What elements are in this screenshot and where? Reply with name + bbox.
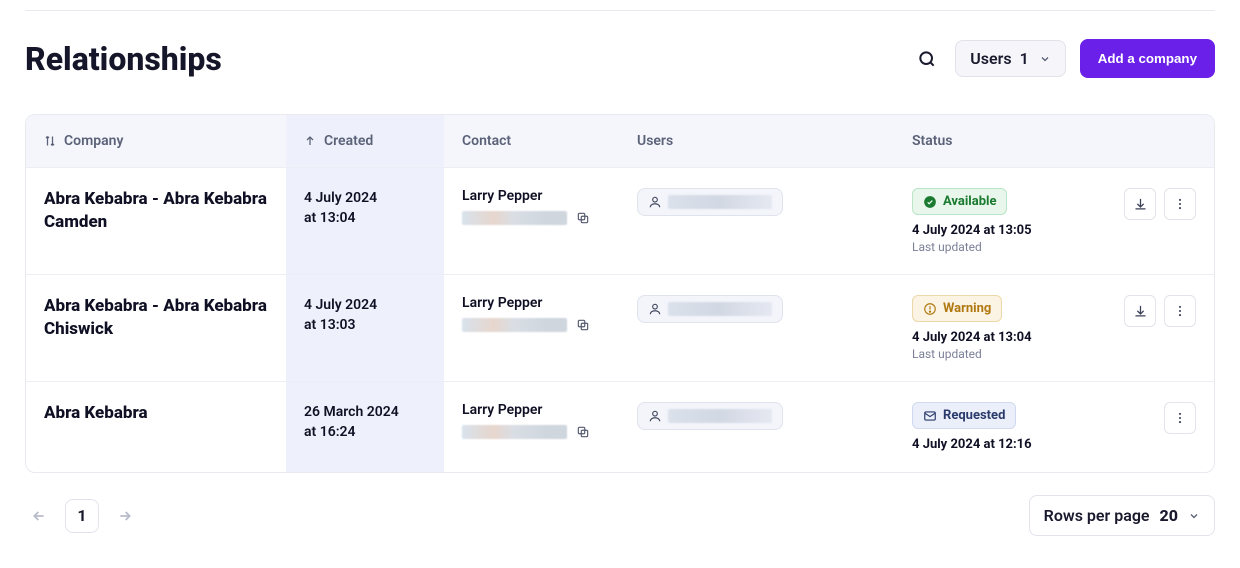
col-actions [1114, 115, 1214, 167]
copy-icon[interactable] [573, 315, 593, 335]
pager: 1 [25, 499, 139, 533]
company-cell: Abra Kebabra [26, 382, 286, 472]
created-date: 4 July 2024 [304, 188, 426, 208]
status-timestamp: 4 July 2024 at 12:16 [912, 437, 1096, 452]
created-time: at 13:03 [304, 315, 426, 335]
users-filter-label: Users [970, 49, 1011, 68]
redacted-strip [462, 425, 567, 439]
status-label: Available [943, 194, 996, 209]
chevron-down-icon [1039, 53, 1051, 65]
contact-redacted [462, 208, 601, 228]
contact-cell: Larry Pepper [444, 275, 619, 381]
rows-per-page-dropdown[interactable]: Rows per page 20 [1029, 495, 1215, 536]
table-row: Abra Kebabra - Abra Kebabra Chiswick 4 J… [26, 274, 1214, 381]
contact-name: Larry Pepper [462, 295, 601, 311]
rows-per-page-value: 20 [1160, 506, 1178, 525]
company-name: Abra Kebabra [44, 402, 268, 425]
redacted-strip [462, 211, 567, 225]
contact-redacted [462, 315, 601, 335]
contact-cell: Larry Pepper [444, 382, 619, 472]
table-footer: 1 Rows per page 20 [25, 495, 1215, 536]
user-icon [648, 195, 662, 209]
row-actions [1106, 275, 1214, 381]
row-actions [1106, 168, 1214, 274]
warning-icon [923, 302, 937, 316]
redacted-strip [668, 409, 772, 423]
status-badge: Available [912, 188, 1007, 215]
created-date: 26 March 2024 [304, 402, 426, 422]
redacted-strip [668, 302, 772, 316]
col-users[interactable]: Users [619, 115, 894, 167]
users-cell [619, 275, 894, 381]
prev-page-button[interactable] [25, 502, 53, 530]
row-actions [1114, 382, 1214, 472]
sort-icon [44, 134, 56, 148]
redacted-strip [668, 195, 772, 209]
user-icon [648, 409, 662, 423]
status-badge: Warning [912, 295, 1002, 322]
download-button[interactable] [1124, 295, 1156, 327]
users-pill[interactable] [637, 402, 783, 430]
contact-name: Larry Pepper [462, 188, 601, 204]
status-timestamp: 4 July 2024 at 13:05 [912, 223, 1088, 238]
table-header: Company Created Contact Users Status [26, 115, 1214, 167]
rows-per-page-label: Rows per page [1044, 506, 1150, 525]
company-name: Abra Kebabra - Abra Kebabra Chiswick [44, 295, 268, 341]
users-cell [619, 168, 894, 274]
created-cell: 4 July 2024 at 13:03 [286, 275, 444, 381]
current-page[interactable]: 1 [65, 499, 99, 533]
arrow-up-icon [304, 134, 316, 148]
check-circle-icon [923, 195, 937, 209]
status-label: Warning [943, 301, 991, 316]
created-date: 4 July 2024 [304, 295, 426, 315]
header-actions: Users 1 Add a company [913, 39, 1215, 78]
more-actions-button[interactable] [1164, 295, 1196, 327]
more-actions-button[interactable] [1164, 188, 1196, 220]
users-filter-dropdown[interactable]: Users 1 [955, 40, 1065, 77]
table-row: Abra Kebabra 26 March 2024 at 16:24 Larr… [26, 381, 1214, 472]
created-time: at 13:04 [304, 208, 426, 228]
created-cell: 4 July 2024 at 13:04 [286, 168, 444, 274]
next-page-button[interactable] [111, 502, 139, 530]
copy-icon[interactable] [573, 208, 593, 228]
users-filter-count: 1 [1020, 49, 1029, 68]
redacted-strip [462, 318, 567, 332]
contact-redacted [462, 422, 601, 442]
created-cell: 26 March 2024 at 16:24 [286, 382, 444, 472]
company-name: Abra Kebabra - Abra Kebabra Camden [44, 188, 268, 234]
col-company[interactable]: Company [26, 115, 286, 167]
status-sublabel: Last updated [912, 240, 1088, 254]
status-timestamp: 4 July 2024 at 13:04 [912, 330, 1088, 345]
status-cell: Available 4 July 2024 at 13:05 Last upda… [894, 168, 1106, 274]
table-row: Abra Kebabra - Abra Kebabra Camden 4 Jul… [26, 167, 1214, 274]
status-badge: Requested [912, 402, 1016, 429]
relationships-table: Company Created Contact Users Status Abr… [25, 114, 1215, 473]
add-company-button[interactable]: Add a company [1080, 39, 1215, 78]
download-button[interactable] [1124, 188, 1156, 220]
created-time: at 16:24 [304, 422, 426, 442]
chevron-down-icon [1188, 510, 1200, 522]
users-pill[interactable] [637, 295, 783, 323]
contact-name: Larry Pepper [462, 402, 601, 418]
company-cell: Abra Kebabra - Abra Kebabra Camden [26, 168, 286, 274]
copy-icon[interactable] [573, 422, 593, 442]
status-sublabel: Last updated [912, 347, 1088, 361]
company-cell: Abra Kebabra - Abra Kebabra Chiswick [26, 275, 286, 381]
col-contact[interactable]: Contact [444, 115, 619, 167]
contact-cell: Larry Pepper [444, 168, 619, 274]
users-pill[interactable] [637, 188, 783, 216]
status-label: Requested [943, 408, 1005, 423]
col-status[interactable]: Status [894, 115, 1114, 167]
envelope-icon [923, 409, 937, 423]
search-icon[interactable] [913, 45, 941, 73]
page-title: Relationships [25, 40, 222, 78]
status-cell: Warning 4 July 2024 at 13:04 Last update… [894, 275, 1106, 381]
col-created[interactable]: Created [286, 115, 444, 167]
more-actions-button[interactable] [1164, 402, 1196, 434]
user-icon [648, 302, 662, 316]
status-cell: Requested 4 July 2024 at 12:16 [894, 382, 1114, 472]
page-header: Relationships Users 1 Add a company [25, 10, 1215, 78]
users-cell [619, 382, 894, 472]
